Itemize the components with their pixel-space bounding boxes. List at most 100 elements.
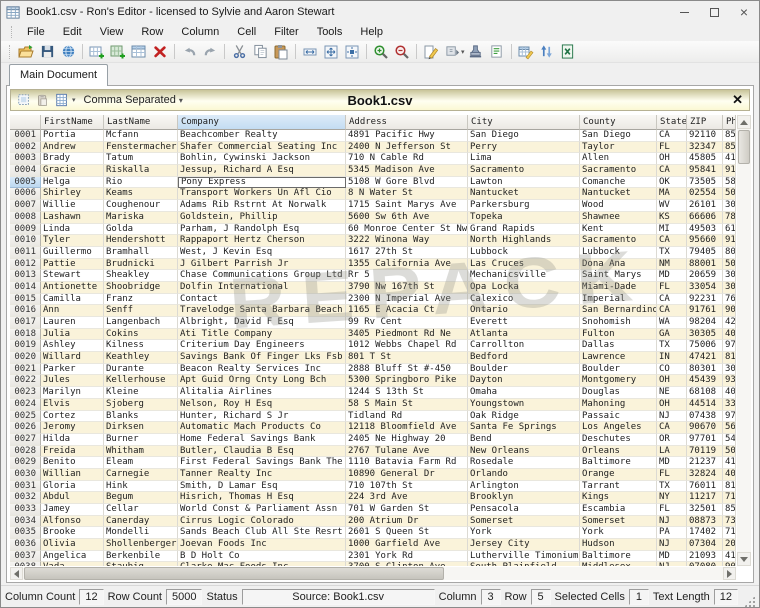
grid-cell[interactable]: 301 — [723, 270, 736, 282]
grid-cell[interactable]: Nantucket — [468, 188, 580, 200]
table-row[interactable]: 0002AndrewFenstermacherShafer Commercial… — [10, 142, 736, 154]
grid-cell[interactable]: Cellar — [104, 504, 178, 516]
table-row[interactable]: 0020WillardKeathleySavings Bank Of Finge… — [10, 352, 736, 364]
grid-cell[interactable]: Blanks — [104, 411, 178, 423]
grid-cell[interactable]: Willian — [41, 469, 104, 481]
grid-cell[interactable]: 785 — [723, 212, 736, 224]
menu-column[interactable]: Column — [172, 23, 228, 41]
row-number[interactable]: 0038 — [10, 562, 41, 566]
table-row[interactable]: 0021ParkerDuranteBeacon Realty Services … — [10, 364, 736, 376]
grid-cell[interactable]: Tarrant — [580, 481, 657, 493]
resize-grip[interactable] — [744, 596, 755, 607]
grid-cell[interactable]: Snohomish — [580, 317, 657, 329]
grid-cell[interactable]: 92110 — [687, 130, 723, 142]
grid-cell[interactable]: 5300 Springboro Pike — [346, 375, 468, 387]
table-row[interactable]: 0008LashawnMariskaGoldstein, Phillip5600… — [10, 212, 736, 224]
grid-cell[interactable]: 02554 — [687, 188, 723, 200]
table-row[interactable]: 0016AnnSenffTravelodge Santa Barbara Bea… — [10, 305, 736, 317]
grid-cell[interactable]: Butler, Claudia B Esq — [178, 446, 346, 458]
grid-cell[interactable]: Perry — [468, 142, 580, 154]
fit-all-button[interactable] — [342, 42, 362, 62]
row-number[interactable]: 0003 — [10, 153, 41, 165]
scroll-up-button[interactable] — [737, 115, 751, 129]
grid-cell[interactable]: 201 — [723, 539, 736, 551]
grid-cell[interactable]: Brady — [41, 153, 104, 165]
row-number[interactable]: 0030 — [10, 469, 41, 481]
row-number[interactable]: 0024 — [10, 399, 41, 411]
grid-cell[interactable]: 858 — [723, 130, 736, 142]
tab-main-document[interactable]: Main Document — [9, 64, 108, 86]
grid-cell[interactable]: First Federal Savings Bank The — [178, 457, 346, 469]
grid-cell[interactable]: 1715 Saint Marys Ave — [346, 200, 468, 212]
grid-cell[interactable]: 2300 N Imperial Ave — [346, 294, 468, 306]
close-document-button[interactable]: ✕ — [732, 93, 743, 107]
grid-cell[interactable]: Somerset — [468, 516, 580, 528]
grid-cell[interactable]: 88001 — [687, 259, 723, 271]
grid-cell[interactable]: Lawton — [468, 177, 580, 189]
grid-cell[interactable]: NE — [657, 387, 687, 399]
grid-cell[interactable]: Everett — [468, 317, 580, 329]
grid-cell[interactable]: 717 — [723, 527, 736, 539]
grid-cell[interactable]: Nelson, Roy H Esq — [178, 399, 346, 411]
menu-filter[interactable]: Filter — [265, 23, 307, 41]
grid-cell[interactable]: Home Federal Savings Bank — [178, 434, 346, 446]
grid-cell[interactable]: MA — [657, 188, 687, 200]
table-row[interactable]: 0034AlfonsoCanerdayCirrus Logic Colorado… — [10, 516, 736, 528]
grid-cell[interactable]: Kent — [580, 224, 657, 236]
maximize-button[interactable] — [699, 1, 729, 23]
grid-cell[interactable]: 407 — [723, 469, 736, 481]
horizontal-scrollbar-thumb[interactable] — [24, 567, 444, 580]
grid-cell[interactable]: Shoobridge — [104, 282, 178, 294]
grid-cell[interactable]: Hink — [104, 481, 178, 493]
grid-cell[interactable]: FL — [657, 504, 687, 516]
grid-cell[interactable]: Mariska — [104, 212, 178, 224]
table-row[interactable]: 0032AbdulBegumHisrich, Thomas H Esq224 3… — [10, 492, 736, 504]
grid-cell[interactable]: Passaic — [580, 411, 657, 423]
table-row[interactable]: 0019AshleyKilnessCriterium Day Engineers… — [10, 340, 736, 352]
grid-cell[interactable]: 75006 — [687, 340, 723, 352]
grid-cell[interactable]: Atlanta — [468, 329, 580, 341]
grid-cell[interactable]: Elvis — [41, 399, 104, 411]
row-number[interactable]: 0033 — [10, 504, 41, 516]
grid-cell[interactable]: Eleam — [104, 457, 178, 469]
grid-cell[interactable]: World Const & Parliament Assn — [178, 504, 346, 516]
grid-cell[interactable]: WA — [657, 317, 687, 329]
grid-cell[interactable]: J Gilbert Parrish Jr — [178, 259, 346, 271]
grid-cell[interactable]: Topeka — [468, 212, 580, 224]
grid-cell[interactable]: Olivia — [41, 539, 104, 551]
row-number[interactable]: 0011 — [10, 247, 41, 259]
grid-cell[interactable]: Ann — [41, 305, 104, 317]
grid-cell[interactable]: Alfonso — [41, 516, 104, 528]
row-number[interactable]: 0031 — [10, 481, 41, 493]
sort-button[interactable] — [537, 42, 557, 62]
grid-cell[interactable]: 5600 Sw 6th Ave — [346, 212, 468, 224]
zoom-out-button[interactable] — [392, 42, 412, 62]
grid-cell[interactable]: Travelodge Santa Barbara Beach — [178, 305, 346, 317]
grid-cell[interactable]: 973 — [723, 411, 736, 423]
table-row[interactable]: 0014AntionetteShoobridgeDolfin Internati… — [10, 282, 736, 294]
grid-cell[interactable]: Arlington — [468, 481, 580, 493]
grid-cell[interactable]: Pattie — [41, 259, 104, 271]
grid-cell[interactable]: Ashley — [41, 340, 104, 352]
grid-cell[interactable]: North Highlands — [468, 235, 580, 247]
grid-cell[interactable]: 303 — [723, 364, 736, 376]
table-row[interactable]: 0022JulesKellerhouseApt Guid Orng Cnty L… — [10, 375, 736, 387]
column-layout-button[interactable] — [55, 93, 70, 108]
column-header-rownum[interactable] — [10, 115, 41, 130]
row-number[interactable]: 0007 — [10, 200, 41, 212]
grid-cell[interactable]: Andrew — [41, 142, 104, 154]
grid-cell[interactable]: New Orleans — [468, 446, 580, 458]
grid-cell[interactable]: GA — [657, 329, 687, 341]
grid-cell[interactable]: PA — [657, 527, 687, 539]
grid-cell[interactable]: Imperial — [580, 294, 657, 306]
grid-cell[interactable]: Baltimore — [580, 551, 657, 563]
scroll-right-button[interactable] — [723, 567, 736, 580]
grid-cell[interactable]: Dona Ana — [580, 259, 657, 271]
table-row[interactable]: 0011GuillermoBramhallWest, J Kevin Esq16… — [10, 247, 736, 259]
grid-cell[interactable]: Freida — [41, 446, 104, 458]
row-number[interactable]: 0018 — [10, 329, 41, 341]
grid-cell[interactable]: LA — [657, 446, 687, 458]
close-button[interactable]: × — [729, 1, 759, 23]
grid-cell[interactable]: 916 — [723, 165, 736, 177]
grid-cell[interactable]: Adams Rib Rstrnt At Norwalk — [178, 200, 346, 212]
